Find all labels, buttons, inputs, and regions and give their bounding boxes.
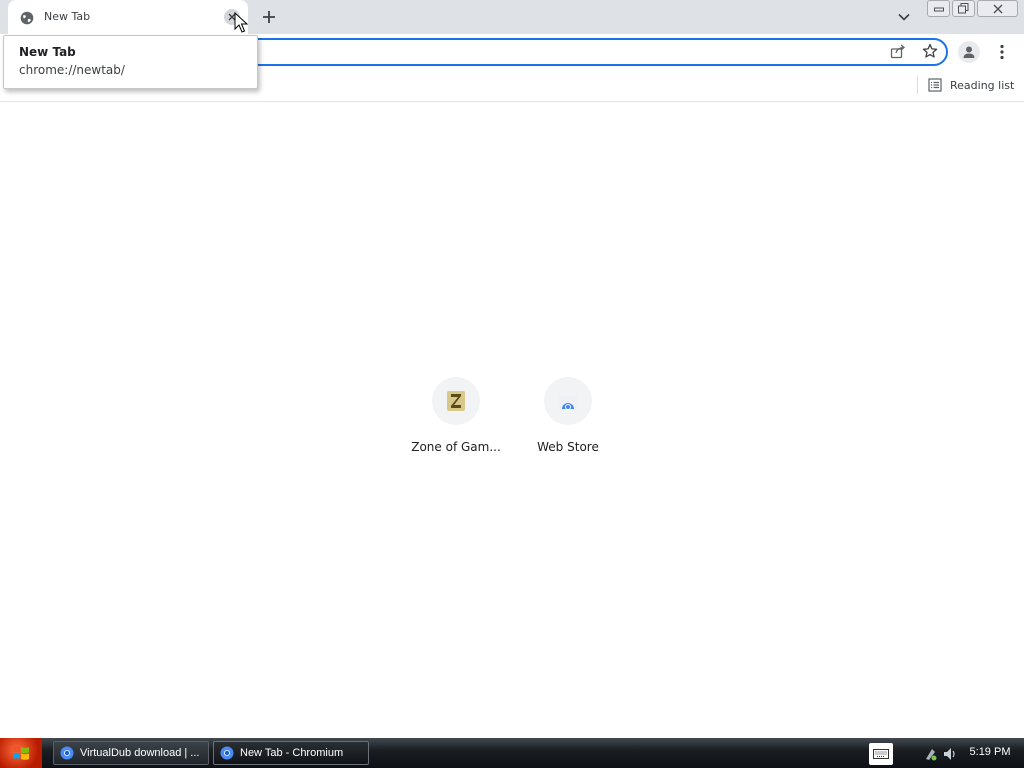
clock[interactable]: 5:19 PM: [962, 746, 1018, 758]
profile-button[interactable]: [958, 41, 980, 63]
reading-list-button[interactable]: Reading list: [928, 76, 1014, 94]
shortcut-label: Web Store: [537, 440, 599, 454]
taskbar-item[interactable]: VirtualDub download | ...: [53, 741, 209, 765]
chevron-down-icon: [898, 13, 910, 21]
taskbar: VirtualDub download | ... New Tab - Chro…: [0, 738, 1024, 768]
chromium-icon: [220, 746, 234, 760]
zone-of-games-icon: [432, 377, 480, 425]
web-store-icon: [544, 377, 592, 425]
restore-button[interactable]: [952, 0, 975, 17]
network-icon: [926, 749, 937, 761]
keyboard-icon[interactable]: [869, 743, 893, 765]
minimize-icon: [933, 7, 944, 11]
close-window-button[interactable]: [977, 0, 1018, 17]
person-icon: [963, 46, 975, 58]
bookmark-button[interactable]: [920, 41, 940, 61]
divider: [917, 76, 918, 94]
restore-icon: [958, 3, 969, 14]
star-icon: [922, 43, 938, 58]
plus-icon: [263, 11, 275, 23]
reading-list-icon: [928, 78, 942, 92]
menu-button[interactable]: [993, 41, 1011, 63]
tab-hover-card: New Tab chrome://newtab/: [3, 35, 258, 89]
shortcut-tile[interactable]: Web Store: [513, 377, 623, 467]
tab-new-tab[interactable]: New Tab: [8, 0, 248, 34]
minimize-button[interactable]: [927, 0, 950, 17]
share-button[interactable]: [888, 41, 908, 61]
new-tab-button[interactable]: [258, 6, 280, 28]
window-controls: [927, 0, 1018, 17]
close-icon[interactable]: [224, 9, 240, 25]
kebab-menu-icon: [1000, 44, 1004, 60]
hover-card-url: chrome://newtab/: [19, 63, 125, 77]
system-tray: [924, 746, 960, 762]
hover-card-title: New Tab: [19, 45, 76, 59]
volume-icon: [944, 748, 955, 760]
taskbar-item-label: VirtualDub download | ...: [80, 747, 200, 759]
tab-title: New Tab: [44, 10, 91, 23]
taskbar-item-label: New Tab - Chromium: [240, 747, 344, 759]
start-button[interactable]: [0, 738, 42, 768]
shortcut-label: Zone of Gam...: [411, 440, 501, 454]
tab-search-button[interactable]: [893, 7, 915, 27]
new-tab-page: Zone of Gam... Web Store: [0, 103, 1024, 738]
taskbar-item-active[interactable]: New Tab - Chromium: [213, 741, 369, 765]
globe-icon: [20, 10, 34, 25]
reading-list-label: Reading list: [950, 78, 1015, 92]
tab-strip: New Tab: [0, 0, 1024, 34]
browser-window: New Tab Reading list Zone of Gam... Web …: [0, 0, 1024, 768]
chromium-icon: [60, 746, 74, 760]
share-icon: [890, 44, 906, 59]
windows-logo-icon: [13, 746, 29, 760]
shortcut-tile[interactable]: Zone of Gam...: [401, 377, 511, 467]
address-bar[interactable]: [220, 38, 948, 66]
close-icon: [993, 4, 1002, 13]
